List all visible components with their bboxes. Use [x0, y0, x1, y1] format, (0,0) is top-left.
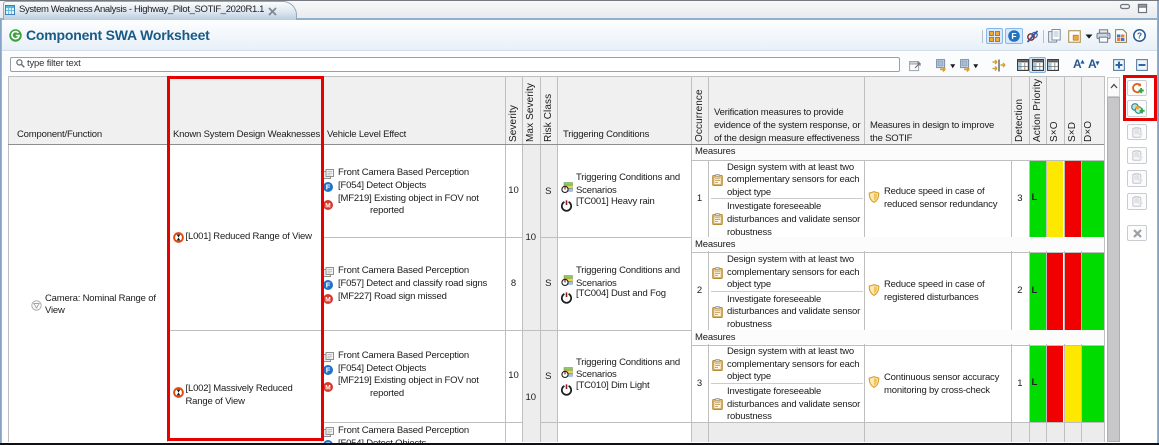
svg-text:F: F — [326, 280, 331, 289]
svg-text:F: F — [326, 365, 331, 374]
svg-text:M: M — [326, 202, 331, 209]
svg-text:?: ? — [1136, 31, 1141, 41]
svg-text:M: M — [326, 385, 331, 392]
svg-text:F: F — [1011, 31, 1016, 41]
svg-text:M: M — [326, 296, 331, 303]
svg-text:F: F — [326, 182, 331, 191]
